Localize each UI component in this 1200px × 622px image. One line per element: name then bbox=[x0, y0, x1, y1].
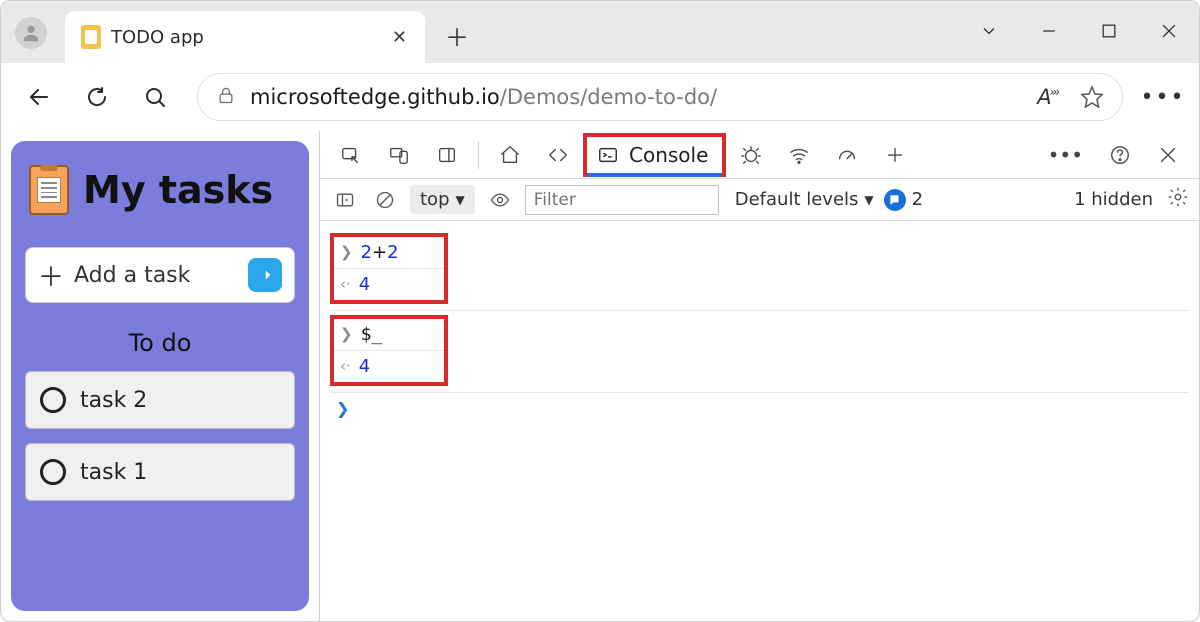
devtools-close-button[interactable] bbox=[1145, 131, 1191, 179]
arrow-right-icon bbox=[256, 266, 274, 284]
omnibox[interactable]: microsoftedge.github.io/Demos/demo-to-do… bbox=[197, 73, 1123, 121]
minimize-button[interactable] bbox=[1019, 10, 1079, 52]
console-input-line: ❯ $_ bbox=[334, 319, 444, 350]
tab-performance[interactable] bbox=[824, 131, 870, 179]
console-filter-input[interactable] bbox=[525, 185, 719, 215]
highlight-box: ❯ 2+2 ‹· 4 bbox=[330, 233, 448, 304]
lock-icon bbox=[216, 84, 236, 110]
plus-icon bbox=[884, 144, 906, 166]
console-output[interactable]: ❯ 2+2 ‹· 4 ❯ $_ ‹· 4 bbox=[320, 221, 1199, 621]
chevron-input-icon: ❯ bbox=[340, 245, 353, 260]
console-icon bbox=[597, 144, 619, 166]
clipboard-icon bbox=[29, 165, 69, 215]
todo-app: My tasks ＋ Add a task To do task 2 tas bbox=[1, 131, 319, 621]
inspect-button[interactable] bbox=[328, 131, 374, 179]
live-expression-button[interactable] bbox=[485, 185, 515, 215]
dock-side-button[interactable] bbox=[424, 131, 470, 179]
close-window-button[interactable] bbox=[1139, 10, 1199, 52]
device-toolbar-button[interactable] bbox=[376, 131, 422, 179]
titlebar: TODO app ✕ ＋ bbox=[1, 1, 1199, 63]
clear-console-button[interactable] bbox=[370, 185, 400, 215]
tab-actions-button[interactable] bbox=[959, 10, 1019, 52]
eye-icon bbox=[490, 190, 510, 210]
console-settings-button[interactable] bbox=[1167, 186, 1189, 213]
address-bar: microsoftedge.github.io/Demos/demo-to-do… bbox=[1, 63, 1199, 131]
execution-context-selector[interactable]: top▼ bbox=[410, 185, 475, 214]
new-tab-button[interactable]: ＋ bbox=[433, 11, 481, 59]
wifi-icon bbox=[788, 144, 810, 166]
gear-icon bbox=[1167, 186, 1189, 208]
plus-icon: ＋ bbox=[38, 257, 64, 294]
issues-icon bbox=[884, 189, 906, 211]
app-title: My tasks bbox=[83, 168, 273, 212]
profile-button[interactable] bbox=[15, 17, 47, 49]
console-output-line: ‹· 4 bbox=[334, 268, 444, 300]
tab-favicon bbox=[81, 25, 101, 49]
devtools-panel: Console ••• top▼ bbox=[319, 131, 1199, 621]
task-checkbox[interactable] bbox=[40, 387, 66, 413]
chevron-output-icon: ‹· bbox=[340, 277, 351, 292]
console-output-line: ‹· 4 bbox=[334, 350, 444, 382]
add-task-submit[interactable] bbox=[248, 258, 282, 292]
read-aloud-button[interactable]: A››› bbox=[1037, 85, 1058, 109]
tab-console-label: Console bbox=[629, 143, 708, 167]
tab-add[interactable] bbox=[872, 131, 918, 179]
task-item[interactable]: task 1 bbox=[25, 443, 295, 501]
console-input-text: $_ bbox=[361, 324, 383, 345]
tab-close-button[interactable]: ✕ bbox=[392, 27, 407, 48]
maximize-button[interactable] bbox=[1079, 10, 1139, 52]
search-button[interactable] bbox=[129, 71, 181, 123]
hidden-count[interactable]: 1 hidden bbox=[1074, 189, 1153, 210]
console-prompt[interactable]: ❯ bbox=[330, 393, 1189, 424]
close-icon bbox=[1157, 144, 1179, 166]
task-checkbox[interactable] bbox=[40, 459, 66, 485]
arrow-left-icon bbox=[27, 85, 51, 109]
console-input-line: ❯ 2+2 bbox=[334, 237, 444, 268]
browser-window: TODO app ✕ ＋ microsoftedge.github.io/Dem… bbox=[0, 0, 1200, 622]
tab-network[interactable] bbox=[776, 131, 822, 179]
back-button[interactable] bbox=[13, 71, 65, 123]
help-icon bbox=[1109, 144, 1131, 166]
console-output-text: 4 bbox=[359, 356, 370, 377]
tab-title: TODO app bbox=[111, 27, 204, 48]
window-controls bbox=[959, 1, 1199, 61]
reload-icon bbox=[85, 85, 109, 109]
bug-icon bbox=[740, 144, 762, 166]
tab-elements[interactable] bbox=[535, 131, 581, 179]
code-icon bbox=[547, 144, 569, 166]
add-task-input[interactable]: ＋ Add a task bbox=[25, 247, 295, 303]
devtools-help-button[interactable] bbox=[1097, 131, 1143, 179]
favorite-button[interactable] bbox=[1080, 85, 1104, 109]
chevron-prompt-icon: ❯ bbox=[336, 399, 349, 418]
task-item[interactable]: task 2 bbox=[25, 371, 295, 429]
console-output-text: 4 bbox=[359, 274, 370, 295]
chevron-input-icon: ❯ bbox=[340, 327, 353, 342]
gauge-icon bbox=[836, 144, 858, 166]
task-label: task 1 bbox=[80, 460, 147, 485]
devtools-tabstrip: Console ••• bbox=[320, 131, 1199, 179]
tab-welcome[interactable] bbox=[487, 131, 533, 179]
task-label: task 2 bbox=[80, 388, 147, 413]
star-icon bbox=[1080, 85, 1104, 109]
home-icon bbox=[499, 144, 521, 166]
url-text: microsoftedge.github.io/Demos/demo-to-do… bbox=[250, 85, 717, 109]
add-task-placeholder: Add a task bbox=[74, 263, 190, 288]
person-icon bbox=[20, 22, 42, 44]
toggle-sidebar-button[interactable] bbox=[330, 185, 360, 215]
reload-button[interactable] bbox=[71, 71, 123, 123]
tab-sources[interactable] bbox=[728, 131, 774, 179]
search-icon bbox=[143, 85, 167, 109]
tab-console[interactable]: Console bbox=[583, 133, 726, 177]
console-toolbar: top▼ Default levels▼ 2 1 hidden bbox=[320, 179, 1199, 221]
issues-button[interactable]: 2 bbox=[884, 189, 923, 211]
browser-tab[interactable]: TODO app ✕ bbox=[65, 11, 425, 63]
console-input-text: 2+2 bbox=[361, 242, 399, 263]
todo-heading: To do bbox=[25, 329, 295, 357]
browser-menu-button[interactable]: ••• bbox=[1139, 85, 1187, 110]
highlight-box: ❯ $_ ‹· 4 bbox=[330, 315, 448, 386]
log-levels-selector[interactable]: Default levels▼ bbox=[735, 189, 874, 210]
devtools-more-button[interactable]: ••• bbox=[1036, 131, 1095, 179]
chevron-output-icon: ‹· bbox=[340, 359, 351, 374]
